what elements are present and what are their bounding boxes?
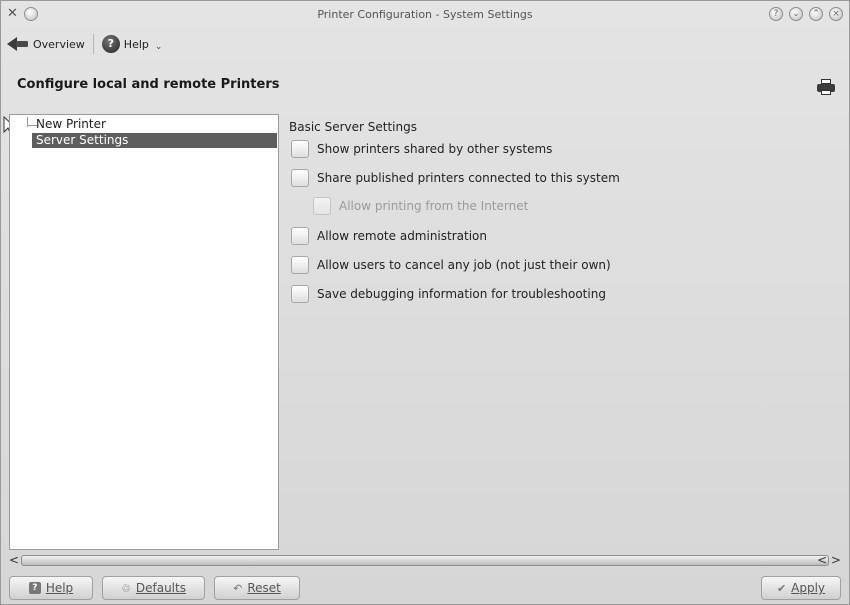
title-bar: ✕ Printer Configuration - System Setting…	[1, 1, 849, 29]
checkbox-box	[313, 197, 331, 215]
scroll-left-icon[interactable]: <	[9, 553, 19, 567]
back-arrow-icon	[7, 36, 29, 52]
tree-item-server-settings[interactable]: Server Settings	[32, 133, 277, 148]
reset-button[interactable]: ↶ Reset	[214, 576, 300, 600]
option-label: Show printers shared by other systems	[317, 142, 553, 156]
printer-icon	[817, 79, 835, 95]
option-label: Share published printers connected to th…	[317, 171, 620, 185]
option-label: Allow users to cancel any job (not just …	[317, 258, 611, 272]
option-label: Save debugging information for troublesh…	[317, 287, 606, 301]
minimize-icon[interactable]: ⌄	[789, 7, 803, 21]
checkmark-icon: ✔	[776, 581, 787, 595]
window-title: Printer Configuration - System Settings	[317, 8, 533, 21]
page-title: Configure local and remote Printers	[17, 77, 280, 92]
defaults-button[interactable]: ♲ Defaults	[102, 576, 205, 600]
tree-item-new-printer[interactable]: New Printer	[32, 117, 152, 132]
apply-button-label: Apply	[791, 581, 826, 595]
overview-label: Overview	[33, 37, 85, 51]
help-icon: ?	[101, 35, 120, 53]
toolbar: Overview ? Help ⌄	[7, 31, 162, 57]
save-debug-info-checkbox[interactable]: Save debugging information for troublesh…	[291, 285, 606, 303]
reset-button-label: Reset	[247, 581, 281, 595]
horizontal-scrollbar[interactable]: < < >	[9, 553, 841, 567]
section-title: Basic Server Settings	[289, 120, 417, 134]
allow-cancel-any-job-checkbox[interactable]: Allow users to cancel any job (not just …	[291, 256, 611, 274]
defaults-button-label: Defaults	[135, 581, 186, 595]
printer-tree[interactable]: New Printer Server Settings	[9, 114, 279, 550]
defaults-icon: ♲	[121, 581, 131, 595]
allow-remote-admin-checkbox[interactable]: Allow remote administration	[291, 227, 487, 245]
window-controls: ? ⌄ ⌃ ×	[769, 7, 843, 21]
help-icon: ?	[28, 582, 41, 594]
checkbox-box[interactable]	[291, 256, 309, 274]
chevron-down-icon: ⌄	[154, 42, 163, 52]
close-icon[interactable]: ×	[829, 7, 843, 21]
help-label: Help	[123, 37, 149, 51]
help-menu-button[interactable]: ? Help ⌄	[101, 35, 163, 53]
context-help-icon[interactable]: ?	[769, 7, 783, 21]
help-button[interactable]: ? Help	[9, 576, 93, 600]
overview-button[interactable]: Overview	[7, 36, 85, 52]
help-button-label: Help	[45, 581, 74, 595]
system-settings-window: ✕ Printer Configuration - System Setting…	[0, 0, 850, 605]
toolbar-separator	[92, 34, 94, 54]
checkbox-box[interactable]	[291, 140, 309, 158]
undo-icon: ↶	[233, 581, 243, 595]
checkbox-box[interactable]	[291, 285, 309, 303]
scrollbar-track[interactable]	[21, 555, 829, 566]
checkbox-box[interactable]	[291, 227, 309, 245]
maximize-icon[interactable]: ⌃	[809, 7, 823, 21]
scroll-right-icon[interactable]: < >	[817, 553, 841, 567]
checkbox-box[interactable]	[291, 169, 309, 187]
option-label: Allow remote administration	[317, 229, 487, 243]
share-published-printers-checkbox[interactable]: Share published printers connected to th…	[291, 169, 620, 187]
show-shared-printers-checkbox[interactable]: Show printers shared by other systems	[291, 140, 552, 158]
apply-button[interactable]: ✔ Apply	[761, 576, 841, 600]
allow-internet-printing-checkbox: Allow printing from the Internet	[313, 197, 528, 215]
option-label: Allow printing from the Internet	[339, 199, 529, 213]
